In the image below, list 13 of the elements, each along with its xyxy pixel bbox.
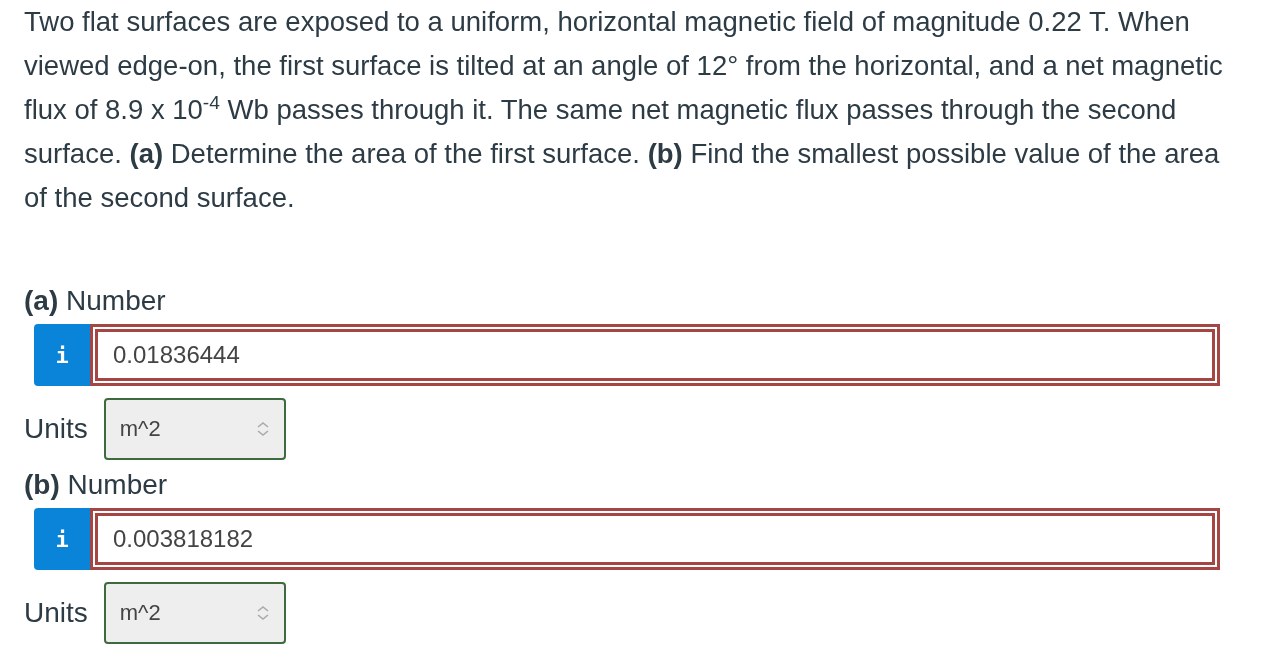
- updown-caret-icon: [255, 605, 270, 621]
- part-label: (b) Number: [24, 468, 169, 502]
- updown-caret-icon: [255, 421, 270, 437]
- answer-field[interactable]: 0.01836444: [90, 324, 1220, 386]
- question-text: Two flat surfaces are exposed to a uniform, horizontal magnetic field of magnitude 0.22 T. When viewed edge-on, the first surface is tilted at an angle of 12° from the horizontal, and a net magnetic flux of 8.9 x 10$^{-4}$ Wb passes through it. The same net magnetic flux passes through the second surface. (a) Determine the area of the first surface. (b) Find the smallest possible value of the area of the second surface.: [24, 5, 1224, 215]
- units-label: Units: [24, 413, 88, 445]
- info-button[interactable]: i: [34, 324, 90, 386]
- answer-field[interactable]: 0.003818182: [90, 508, 1220, 570]
- part-label: (a) Number: [24, 284, 167, 318]
- info-button[interactable]: i: [34, 508, 90, 570]
- units-label: Units: [24, 597, 88, 629]
- units-dropdown[interactable]: m^2: [103, 398, 286, 460]
- units-dropdown[interactable]: m^2: [103, 582, 286, 644]
